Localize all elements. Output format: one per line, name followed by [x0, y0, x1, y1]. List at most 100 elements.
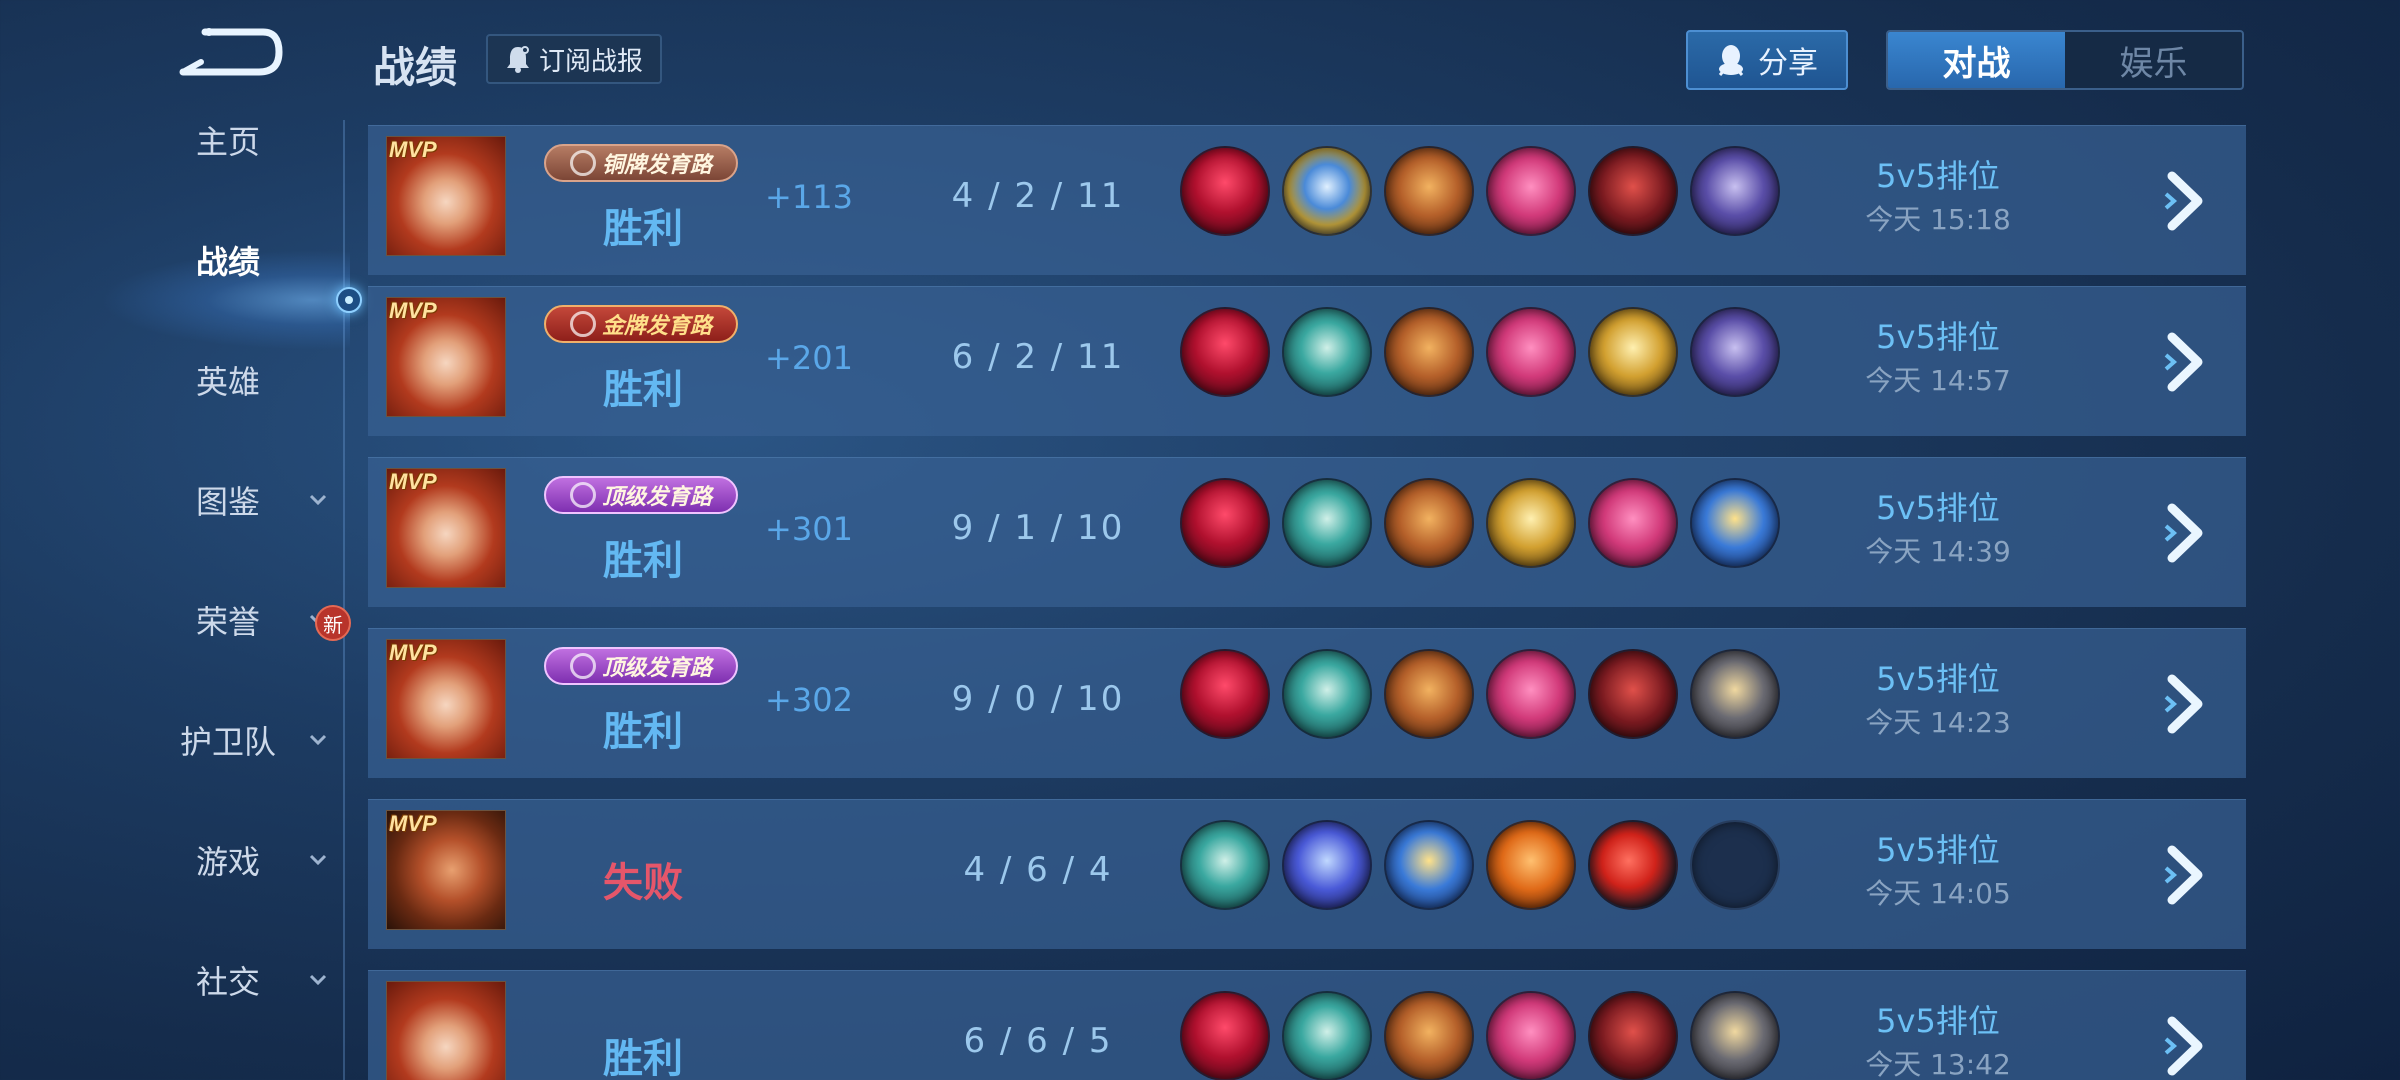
pink-spear-item-icon [1486, 991, 1576, 1080]
blue-gold-star-item-icon [1690, 478, 1780, 568]
subscribe-report-button[interactable]: 订阅战报 [486, 34, 662, 84]
kda-stats: 4 / 2 / 11 [951, 176, 1125, 216]
chevron-right-icon [2164, 332, 2203, 392]
kda-stats: 4 / 6 / 4 [963, 850, 1113, 890]
bronze-blade-item-icon [1384, 307, 1474, 397]
teal-boots-item-icon [1180, 820, 1270, 910]
rank-badge-label: 铜牌发育路 [601, 153, 712, 178]
share-label: 分享 [1758, 46, 1818, 81]
dark-red-claw-item-icon [1588, 146, 1678, 236]
chevron-right-icon [2164, 674, 2203, 734]
dark-red-claw-item-icon [1588, 991, 1678, 1080]
back-button[interactable] [175, 22, 285, 84]
sidebar-item-home[interactable]: 主页 [0, 100, 345, 180]
chevron-down-icon[interactable] [306, 968, 330, 992]
bronze-blade-item-icon [1384, 991, 1474, 1080]
tab-entertainment[interactable]: 娱乐 [2065, 32, 2242, 88]
match-result: 失败 [603, 860, 683, 906]
match-time: 今天 14:05 [1865, 877, 2011, 910]
badge-medal-icon [569, 311, 596, 337]
crimson-wing-item-icon [1180, 478, 1270, 568]
mvp-label: MVP [389, 469, 437, 494]
mode-tabs: 对战 娱乐 [1886, 30, 2244, 90]
match-time: 今天 14:57 [1865, 364, 2011, 397]
blue-gold-star-item-icon [1384, 820, 1474, 910]
subscribe-label: 订阅战报 [538, 46, 643, 77]
mvp-label: MVP [389, 811, 437, 836]
match-detail-button[interactable] [2158, 498, 2218, 568]
hero-avatar[interactable]: MVP [386, 810, 506, 930]
game-mode: 5v5排位 [1876, 157, 2000, 195]
rank-badge-label: 金牌发育路 [601, 314, 712, 339]
sidebar-item-codex[interactable]: 图鉴 [0, 460, 345, 540]
back-arrow-icon [179, 28, 283, 76]
crimson-wing-item-icon [1180, 307, 1270, 397]
sidebar-item-guard-team[interactable]: 护卫队 [0, 700, 345, 780]
mvp-label: MVP [389, 640, 437, 665]
bronze-blade-item-icon [1384, 478, 1474, 568]
purple-armor-item-icon [1690, 307, 1780, 397]
match-row[interactable]: MVP 铜牌发育路 胜利 +113 4 / 2 / 11 5v5排位 今天 15:18 [368, 125, 2246, 275]
bell-icon [506, 46, 529, 73]
gold-sword-item-icon [1486, 478, 1576, 568]
item-build [1180, 146, 1780, 236]
match-detail-button[interactable] [2158, 669, 2218, 739]
crimson-wing-item-icon [1180, 146, 1270, 236]
match-detail-button[interactable] [2158, 327, 2218, 397]
match-row[interactable]: MVP 顶级发育路 胜利 +302 9 / 0 / 10 5v5排位 今天 14:23 [368, 628, 2246, 778]
kda-stats: 9 / 0 / 10 [951, 679, 1125, 719]
crimson-wing-item-icon [1180, 649, 1270, 739]
mvp-label: MVP [389, 298, 437, 323]
sidebar-item-games[interactable]: 游戏 [0, 820, 345, 900]
chevron-down-icon[interactable] [306, 728, 330, 752]
share-button[interactable]: 分享 [1686, 30, 1848, 90]
match-detail-button[interactable] [2158, 840, 2218, 910]
match-time: 今天 15:18 [1865, 203, 2011, 236]
kda-stats: 9 / 1 / 10 [951, 508, 1125, 548]
tab-battle[interactable]: 对战 [1888, 32, 2065, 88]
game-mode: 5v5排位 [1876, 831, 2000, 869]
kda-stats: 6 / 2 / 11 [951, 337, 1125, 377]
match-row[interactable]: 胜利 6 / 6 / 5 5v5排位 今天 13:42 [368, 970, 2246, 1080]
page-title: 战绩 [373, 43, 458, 92]
item-build [1180, 307, 1780, 397]
match-result: 胜利 [603, 1036, 683, 1080]
chevron-down-icon[interactable] [306, 848, 330, 872]
match-result: 胜利 [603, 206, 683, 252]
rank-badge-label: 顶级发育路 [601, 485, 712, 510]
game-mode: 5v5排位 [1876, 318, 2000, 356]
match-detail-button[interactable] [2158, 166, 2218, 236]
match-detail-button[interactable] [2158, 1011, 2218, 1080]
hero-avatar[interactable]: MVP [386, 136, 506, 256]
rank-badge: 金牌发育路 [544, 305, 738, 343]
hero-avatar[interactable]: MVP [386, 639, 506, 759]
hero-avatar[interactable]: MVP [386, 468, 506, 588]
orange-bow-item-icon [1486, 820, 1576, 910]
rank-badge: 顶级发育路 [544, 647, 738, 685]
chevron-right-icon [2164, 1016, 2203, 1076]
badge-medal-icon [569, 653, 596, 679]
match-row[interactable]: MVP 失败 4 / 6 / 4 5v5排位今天 14:05 [368, 799, 2246, 949]
teal-boots-item-icon [1282, 991, 1372, 1080]
match-time: 今天 14:39 [1865, 535, 2011, 568]
item-build [1180, 649, 1780, 739]
rank-points: +201 [765, 339, 853, 377]
hero-avatar[interactable]: MVP [386, 297, 506, 417]
match-result: 胜利 [603, 367, 683, 413]
hero-avatar[interactable] [386, 981, 506, 1080]
chevron-down-icon[interactable] [306, 488, 330, 512]
match-row[interactable]: MVP 顶级发育路 胜利 +301 9 / 1 / 10 5v5排位 今天 14:39 [368, 457, 2246, 607]
sidebar-item-social[interactable]: 社交 [0, 940, 345, 1020]
match-row[interactable]: MVP 金牌发育路胜利 +201 6 / 2 / 11 5v5排位今天 14:57 [368, 286, 2246, 436]
sidebar-item-heroes[interactable]: 英雄 [0, 340, 345, 420]
chevron-right-icon [2164, 845, 2203, 905]
blue-spear-item-icon [1282, 820, 1372, 910]
pink-spear-item-icon [1486, 649, 1576, 739]
sidebar-item-honor[interactable]: 荣誉 [0, 580, 345, 660]
game-mode: 5v5排位 [1876, 660, 2000, 698]
grey-armor-item-icon [1690, 649, 1780, 739]
crimson-wing-item-icon [1180, 991, 1270, 1080]
teal-boots-item-icon [1282, 478, 1372, 568]
sidebar-item-records[interactable]: 战绩 [0, 220, 345, 300]
match-time: 今天 13:42 [1865, 1048, 2011, 1080]
